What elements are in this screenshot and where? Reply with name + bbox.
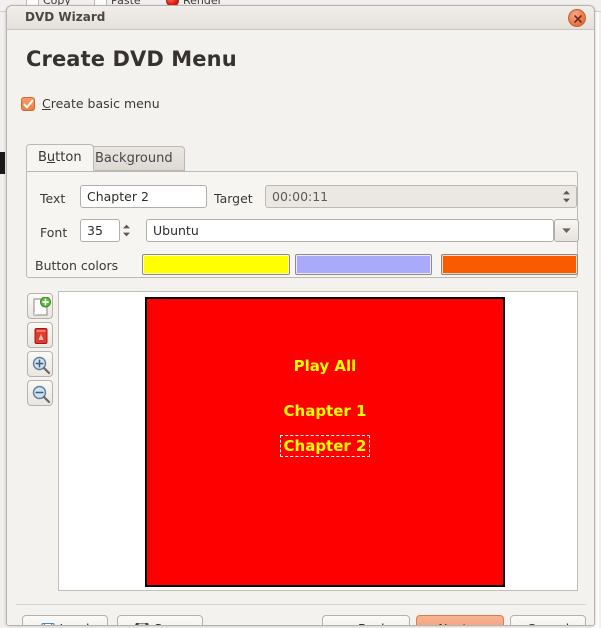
create-basic-menu-checkbox-row[interactable]: Create basic menu [21,96,160,111]
text-label: Text [40,191,66,206]
cancel-button-label: Cancel [527,621,569,625]
tab-background-accel: g [126,151,135,166]
floppy-load-icon [40,622,55,625]
tab-background-label-a: Back [95,151,127,166]
delete-button-tool[interactable] [27,322,53,348]
document-add-icon [33,297,51,316]
next-button[interactable]: Next > [416,615,504,625]
load-button-label: Load [60,621,90,625]
menu-item-play-all[interactable]: Play All [147,356,503,376]
font-family-combobox[interactable]: Ubuntu [146,219,554,242]
tab-button[interactable]: Bu tton [26,144,94,171]
delete-icon [34,328,48,344]
close-icon[interactable] [568,9,586,27]
tab-button-label-a: B [38,150,47,165]
zoom-out-icon [32,385,51,404]
text-input[interactable] [80,185,207,208]
page-title: Create DVD Menu [26,47,237,71]
load-button[interactable]: Load [22,615,108,625]
cancel-button[interactable]: Cancel [510,615,586,625]
tab-button-label-c: tton [55,150,82,165]
spinner-updown-icon[interactable] [560,186,573,207]
back-button-label: < Back [344,621,389,625]
menu-item-chapter-1-label: Chapter 1 [283,402,367,420]
create-basic-menu-label: Create basic menu [42,96,160,111]
menu-item-chapter-2-label: Chapter 2 [279,435,371,457]
normal-color-swatch[interactable] [142,254,290,275]
dvd-menu-canvas[interactable]: Play All Chapter 1 Chapter 2 [145,297,505,587]
save-button-label: Save [154,621,185,625]
menu-item-play-all-label: Play All [293,357,357,375]
zoom-in-tool[interactable] [27,351,53,377]
create-basic-menu-accel: C [42,96,51,111]
checkmark-icon[interactable] [21,96,35,111]
highlight-color-swatch[interactable] [295,254,432,275]
tab-background[interactable]: Back g round [83,146,185,171]
zoom-in-icon [32,356,51,375]
target-input[interactable] [265,185,577,208]
dialog-titlebar[interactable]: DVD Wizard [7,6,594,30]
dialog-body: Create DVD Menu Create basic menu Bu tton… [7,30,594,625]
next-button-label: Next > [438,621,482,625]
back-button[interactable]: < Back [322,615,410,625]
tab-bar: Bu tton Back g round [26,144,578,172]
tab-button-accel: u [46,150,56,165]
background-dark-marker [0,152,5,174]
create-basic-menu-text: reate basic menu [50,96,160,111]
zoom-out-tool[interactable] [27,380,53,406]
floppy-save-icon [135,622,149,625]
menu-preview-panel[interactable]: Play All Chapter 1 Chapter 2 [58,291,578,591]
footer-separator [16,604,586,605]
add-button-tool[interactable] [27,293,53,319]
target-label: Target [214,191,253,206]
tab-background-label-c: round [134,151,173,166]
font-size-spinner-updown-icon[interactable] [120,220,133,241]
dialog-title: DVD Wizard [25,10,106,24]
chevron-down-icon[interactable] [554,219,579,242]
save-button[interactable]: Save [117,615,203,625]
button-colors-label: Button colors [35,258,119,273]
selected-color-swatch[interactable] [441,254,578,275]
font-family-value: Ubuntu [153,223,199,238]
menu-item-chapter-2[interactable]: Chapter 2 [147,435,503,457]
dvd-wizard-dialog: DVD Wizard Create DVD Menu Create basic … [6,5,595,626]
font-label: Font [40,225,68,240]
menu-item-chapter-1[interactable]: Chapter 1 [147,401,503,421]
font-size-input[interactable] [80,219,120,242]
